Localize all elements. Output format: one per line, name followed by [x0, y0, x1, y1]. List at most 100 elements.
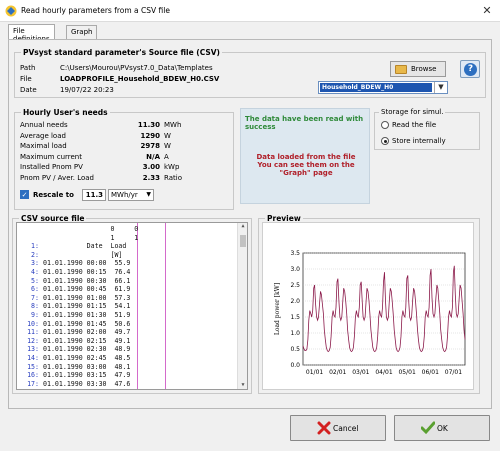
date-value: 19/07/22 20:23 [60, 86, 114, 94]
csv-line-number: 17: [27, 379, 39, 388]
needs-row-unit: W [164, 142, 171, 150]
needs-row-unit: kWp [164, 163, 180, 171]
y-tick-label: 1.5 [290, 314, 300, 321]
needs-row-value: 3.00 [142, 163, 160, 171]
tab-graph[interactable]: Graph [66, 25, 98, 39]
csv-line-text: 01.01.1990 01:00 57.3 [43, 293, 131, 302]
rescale-unit-select[interactable]: MWh/yr ▼ [108, 189, 154, 201]
csv-line-number: 11: [27, 328, 39, 337]
file-value: LOADPROFILE_Household_BDEW_H0.CSV [60, 75, 220, 83]
store-internally-label: Store internally [392, 137, 446, 145]
csv-source-viewer[interactable]: 0 0 1 1 1: Date Load 2: [W] 3: 01.01.1990 00… [16, 222, 248, 390]
csv-line-text: 01.01.1990 00:45 61.9 [43, 285, 131, 294]
csv-line-text: 01.01.1990 00:15 76.4 [43, 268, 131, 276]
csv-line-number: 15: [27, 362, 39, 371]
window-title: Read hourly parameters from a CSV file [21, 6, 170, 15]
x-tick-label: 03/01 [352, 369, 369, 376]
title-bar: Read hourly parameters from a CSV file ✕ [0, 0, 500, 22]
csv-line-number: 10: [27, 319, 39, 328]
x-tick-label: 01/01 [306, 369, 323, 376]
y-tick-label: 1.0 [290, 330, 300, 337]
csv-line-number: 5: [31, 276, 39, 285]
load-chart-svg: 0.0 0.5 1.0 1.5 2.0 2.5 3.0 3.5 01/01 02/01 03/01 0… [274, 250, 466, 376]
profile-select-value: Household_BDEW_H0 [320, 83, 432, 92]
ok-button[interactable]: OK [394, 415, 490, 441]
file-label: File [20, 75, 32, 83]
profile-select[interactable]: Household_BDEW_H0 ▼ [318, 81, 448, 94]
csv-line-text: [W] [43, 250, 123, 259]
path-value: C:\Users\Mourou\PVsyst7.0_Data\Templates [60, 64, 213, 72]
csv-line-number: 2: [31, 250, 39, 259]
csv-line-text: 01.01.1990 03:30 47.6 [43, 379, 131, 388]
csv-line-number: 12: [27, 336, 39, 345]
needs-row-unit: Ratio [164, 173, 182, 182]
y-tick-label: 0.0 [290, 362, 300, 369]
csv-line-number: 1: [31, 242, 39, 251]
needs-row-label: Maximum current [20, 152, 82, 161]
rescale-value-input[interactable]: 11.3 [82, 189, 106, 201]
csv-line-number: 14: [27, 354, 39, 362]
storage-legend: Storage for simul. [379, 108, 446, 116]
read-file-label: Read the file [392, 121, 437, 129]
y-axis-label: Load power [kW] [274, 283, 281, 335]
scroll-thumb[interactable] [240, 235, 246, 247]
rescale-checkbox[interactable]: ✓ [20, 190, 29, 199]
needs-row-unit: W [164, 131, 171, 140]
needs-row-label: Maximal load [20, 142, 67, 150]
checkmark-icon [421, 421, 435, 435]
x-tick-label: 02/01 [329, 369, 346, 376]
needs-row-unit: A [164, 152, 169, 161]
csv-line-number: 8: [31, 302, 39, 311]
tab-file-definitions[interactable]: File definitions [8, 24, 55, 43]
data-loaded-message: Data loaded from the file You can see th… [256, 153, 356, 177]
store-internally-radio[interactable] [381, 137, 389, 145]
csv-line-number: 6: [31, 285, 39, 294]
y-tick-label: 3.5 [290, 250, 300, 257]
browse-button[interactable]: Browse [390, 61, 446, 77]
cancel-button-label: Cancel [333, 424, 359, 433]
scroll-down-arrow-icon[interactable]: ▼ [238, 382, 247, 389]
csv-line-number: 4: [31, 268, 39, 276]
cancel-x-icon [317, 421, 331, 435]
needs-row-label: Annual needs [20, 121, 68, 129]
needs-row-label: Installed Pnom PV [20, 163, 83, 171]
csv-line-text: 01.01.1990 03:15 47.9 [43, 371, 131, 380]
csv-line-text: 01.01.1990 02:30 48.9 [43, 345, 131, 354]
needs-row-value: 1290 [140, 131, 160, 140]
csv-line-text: 01.01.1990 00:00 55.9 [43, 259, 131, 268]
x-tick-label: 06/01 [422, 369, 439, 376]
close-button[interactable]: ✕ [474, 0, 500, 22]
y-tick-label: 2.5 [290, 282, 300, 289]
csv-line-text: 01.01.1990 01:45 50.6 [43, 319, 131, 328]
pvsyst-app-icon [5, 5, 17, 17]
chevron-down-icon: ▼ [146, 191, 151, 198]
read-file-radio[interactable] [381, 121, 389, 129]
status-message-box: The data have been read with success Dat… [240, 108, 370, 204]
x-tick-label: 04/01 [375, 369, 392, 376]
csv-line-text: 01.01.1990 03:00 48.1 [43, 362, 131, 371]
needs-row-value: N/A [146, 152, 160, 161]
csv-line-number: 7: [31, 293, 39, 302]
chevron-down-icon: ▼ [434, 82, 447, 93]
needs-row-value: 2.33 [142, 173, 160, 182]
scroll-up-arrow-icon[interactable]: ▲ [238, 223, 247, 232]
date-label: Date [20, 86, 37, 94]
cancel-button[interactable]: Cancel [290, 415, 386, 441]
csv-line-text: 1 1 [43, 233, 139, 242]
csv-line-number: 16: [27, 371, 39, 380]
needs-row-value: 11.30 [137, 121, 160, 129]
help-button[interactable]: ? [460, 60, 480, 78]
browse-button-label: Browse [411, 65, 437, 73]
preview-chart: 0.0 0.5 1.0 1.5 2.0 2.5 3.0 3.5 01/01 02/01 03/01 0… [262, 222, 474, 390]
csv-line-text: 01.01.1990 01:30 51.9 [43, 311, 131, 319]
needs-row-label: Average load [20, 131, 66, 140]
csv-line-number: 3: [31, 259, 39, 268]
x-tick-label: 07/01 [445, 369, 462, 376]
success-message: The data have been read with success [245, 115, 364, 131]
plot-area [302, 252, 466, 366]
csv-line-text: 01.01.1990 00:30 66.1 [43, 276, 131, 285]
csv-scrollbar[interactable]: ▲ ▼ [237, 223, 247, 389]
column-separator [137, 223, 138, 389]
source-file-legend: PVsyst standard parameter's Source file … [21, 48, 222, 57]
csv-line-text: Date Load [43, 242, 127, 251]
